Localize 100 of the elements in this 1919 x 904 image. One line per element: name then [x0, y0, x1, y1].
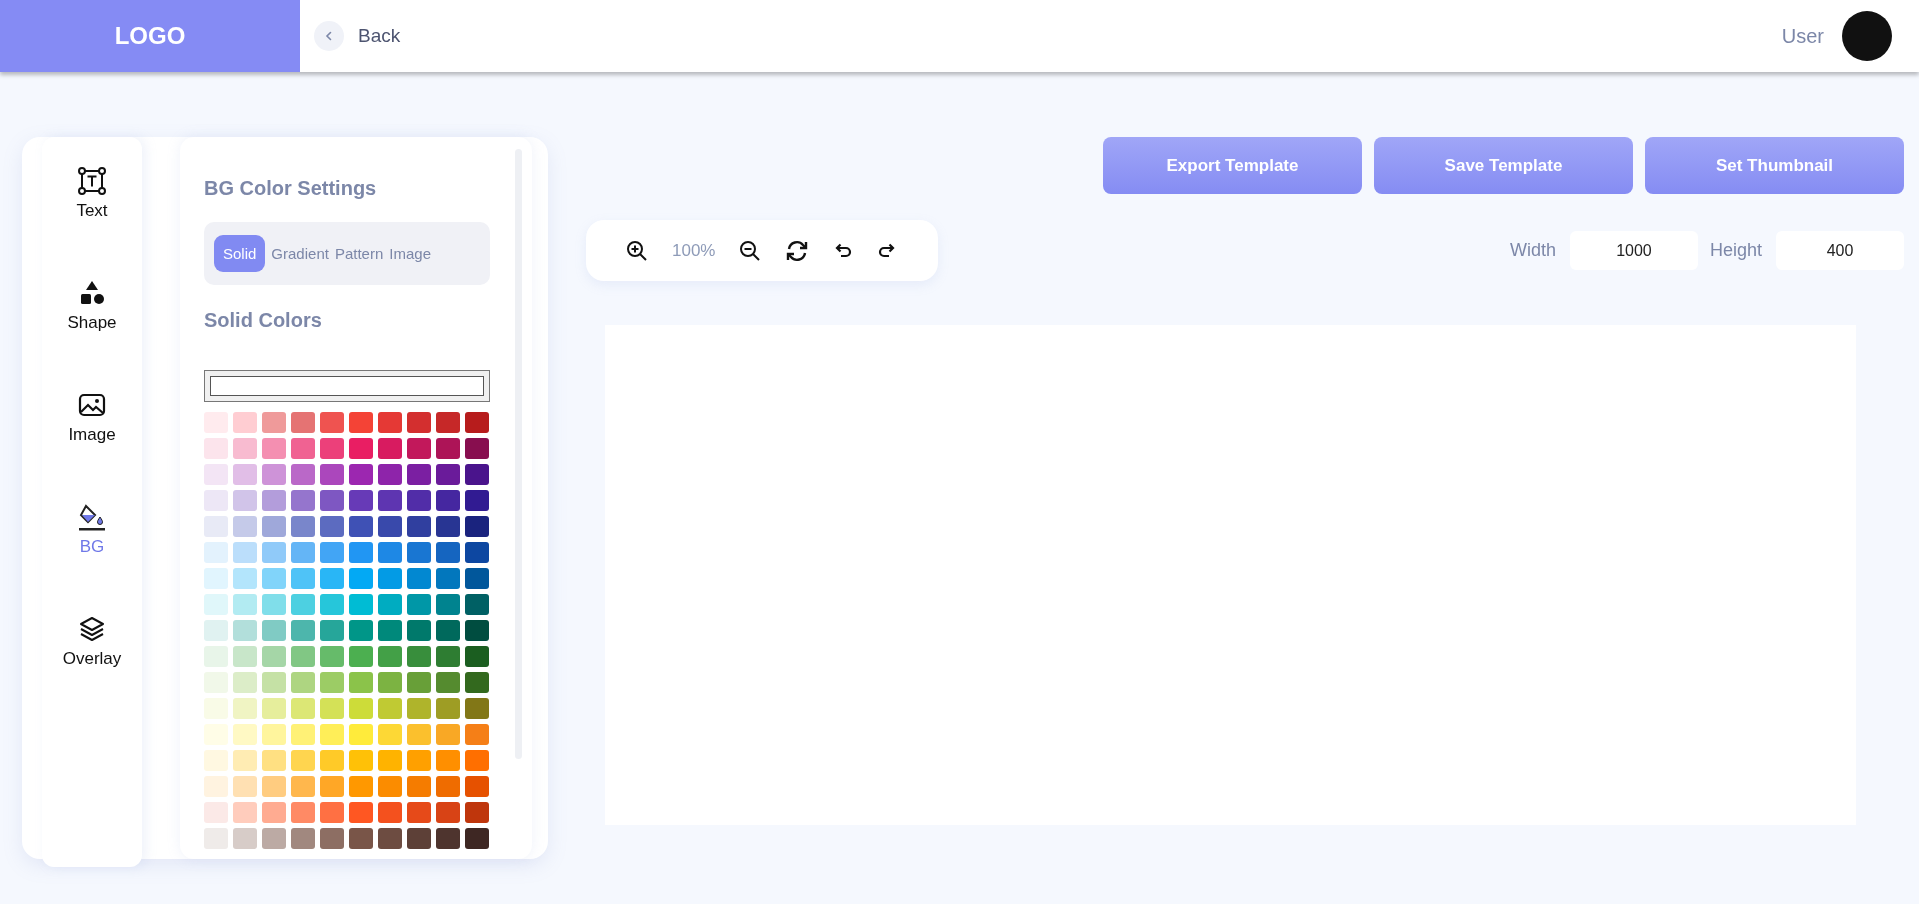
color-swatch[interactable] [291, 828, 315, 849]
color-swatch[interactable] [436, 490, 460, 511]
color-swatch[interactable] [465, 412, 489, 433]
color-swatch[interactable] [407, 828, 431, 849]
tab[interactable]: Gradient [271, 245, 329, 262]
color-swatch[interactable] [378, 776, 402, 797]
color-swatch[interactable] [378, 542, 402, 563]
color-swatch[interactable] [465, 828, 489, 849]
color-swatch[interactable] [233, 568, 257, 589]
color-swatch[interactable] [291, 620, 315, 641]
color-swatch[interactable] [407, 542, 431, 563]
color-swatch[interactable] [378, 464, 402, 485]
color-swatch[interactable] [436, 776, 460, 797]
color-swatch[interactable] [378, 750, 402, 771]
color-swatch[interactable] [262, 542, 286, 563]
color-swatch[interactable] [204, 594, 228, 615]
color-swatch[interactable] [291, 490, 315, 511]
color-swatch[interactable] [204, 724, 228, 745]
color-swatch[interactable] [407, 698, 431, 719]
color-swatch[interactable] [233, 698, 257, 719]
color-swatch[interactable] [204, 802, 228, 823]
color-swatch[interactable] [349, 724, 373, 745]
color-swatch[interactable] [436, 750, 460, 771]
color-swatch[interactable] [320, 594, 344, 615]
color-swatch[interactable] [291, 516, 315, 537]
color-swatch[interactable] [436, 698, 460, 719]
color-swatch[interactable] [465, 724, 489, 745]
color-swatch[interactable] [262, 568, 286, 589]
color-swatch[interactable] [349, 594, 373, 615]
color-swatch[interactable] [291, 776, 315, 797]
color-swatch[interactable] [349, 620, 373, 641]
color-swatch[interactable] [233, 620, 257, 641]
color-swatch[interactable] [465, 464, 489, 485]
color-swatch[interactable] [262, 620, 286, 641]
color-swatch[interactable] [233, 594, 257, 615]
color-swatch[interactable] [436, 516, 460, 537]
color-swatch[interactable] [378, 646, 402, 667]
color-swatch[interactable] [407, 438, 431, 459]
action-button[interactable]: Save Template [1374, 137, 1633, 194]
color-swatch[interactable] [320, 828, 344, 849]
color-swatch[interactable] [349, 542, 373, 563]
color-swatch[interactable] [436, 620, 460, 641]
color-swatch[interactable] [320, 776, 344, 797]
color-swatch[interactable] [291, 412, 315, 433]
color-swatch[interactable] [262, 672, 286, 693]
color-swatch[interactable] [465, 620, 489, 641]
color-swatch[interactable] [465, 672, 489, 693]
color-swatch[interactable] [378, 828, 402, 849]
color-swatch[interactable] [436, 542, 460, 563]
tool-button[interactable]: Shape [67, 279, 117, 391]
color-swatch[interactable] [378, 490, 402, 511]
color-swatch[interactable] [378, 438, 402, 459]
color-swatch[interactable] [465, 750, 489, 771]
color-swatch[interactable] [349, 672, 373, 693]
color-swatch[interactable] [349, 490, 373, 511]
zoom-out-icon[interactable] [739, 239, 762, 262]
color-swatch[interactable] [262, 516, 286, 537]
back-button[interactable]: Back [314, 21, 401, 51]
color-swatch[interactable] [233, 750, 257, 771]
color-swatch[interactable] [262, 490, 286, 511]
color-swatch[interactable] [349, 646, 373, 667]
color-swatch[interactable] [320, 516, 344, 537]
color-swatch[interactable] [349, 516, 373, 537]
color-swatch[interactable] [291, 724, 315, 745]
color-swatch[interactable] [465, 438, 489, 459]
color-swatch[interactable] [465, 698, 489, 719]
color-swatch[interactable] [291, 542, 315, 563]
color-swatch[interactable] [262, 750, 286, 771]
color-swatch[interactable] [465, 646, 489, 667]
color-swatch[interactable] [204, 568, 228, 589]
color-swatch[interactable] [378, 594, 402, 615]
color-swatch[interactable] [465, 776, 489, 797]
color-swatch[interactable] [465, 568, 489, 589]
color-swatch[interactable] [349, 568, 373, 589]
tool-button[interactable]: Image [68, 391, 116, 503]
color-swatch[interactable] [320, 672, 344, 693]
color-swatch[interactable] [233, 724, 257, 745]
color-swatch[interactable] [407, 594, 431, 615]
color-swatch[interactable] [262, 464, 286, 485]
color-swatch[interactable] [291, 698, 315, 719]
color-swatch[interactable] [233, 542, 257, 563]
color-swatch[interactable] [320, 490, 344, 511]
color-swatch[interactable] [320, 802, 344, 823]
color-swatch[interactable] [436, 672, 460, 693]
color-swatch[interactable] [407, 412, 431, 433]
zoom-in-icon[interactable] [626, 239, 648, 262]
color-swatch[interactable] [465, 490, 489, 511]
color-swatch[interactable] [262, 724, 286, 745]
color-swatch[interactable] [291, 646, 315, 667]
height-field[interactable]: 400 [1776, 231, 1904, 270]
color-swatch[interactable] [262, 594, 286, 615]
color-swatch[interactable] [320, 724, 344, 745]
color-swatch[interactable] [204, 438, 228, 459]
color-swatch[interactable] [436, 412, 460, 433]
color-swatch[interactable] [204, 464, 228, 485]
color-swatch[interactable] [378, 568, 402, 589]
color-swatch[interactable] [465, 542, 489, 563]
color-swatch[interactable] [349, 438, 373, 459]
color-swatch[interactable] [291, 802, 315, 823]
color-swatch[interactable] [204, 698, 228, 719]
